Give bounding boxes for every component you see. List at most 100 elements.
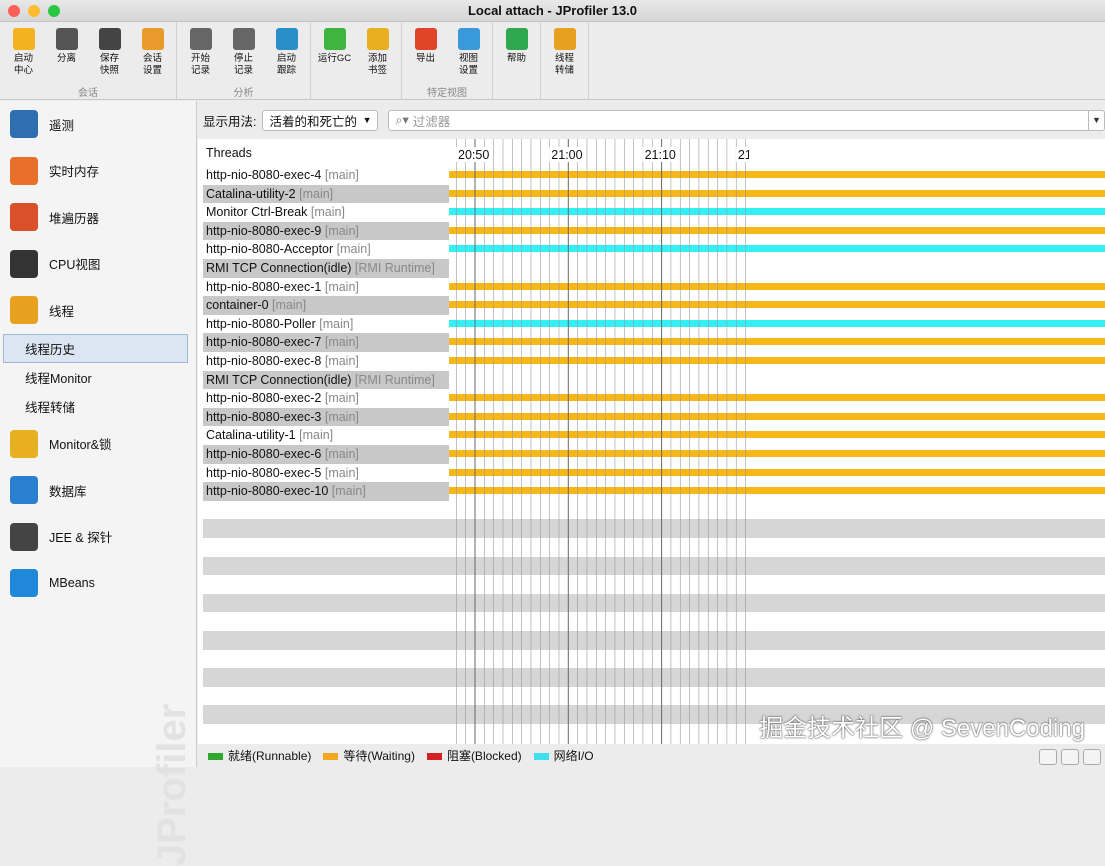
bookmark-add-icon [366,28,389,50]
thread-name-cell: http-nio-8080-exec-5 [main] [203,464,449,483]
thread-row[interactable]: http-nio-8080-exec-1 [main] [203,278,1105,297]
thread-row[interactable]: http-nio-8080-exec-7 [main] [203,333,1105,352]
sidebar-item[interactable]: 堆遍历器 [0,194,196,241]
sidebar-subitem[interactable]: 线程历史 [3,333,188,363]
minimize-window-button[interactable] [28,5,40,17]
toolbar-button-label: 视图 设置 [458,53,478,76]
state-bar-waiting [449,282,1105,290]
toolbar-button[interactable]: 开始 记录 [179,22,222,84]
state-bar-netio [449,245,1105,253]
filter-input[interactable]: ⌕▾ 过滤器 ▼ [388,109,1105,131]
toolbar-button[interactable]: 会话 设置 [131,22,174,84]
thread-lane [449,389,1105,408]
thread-name-cell: http-nio-8080-exec-9 [main] [203,221,449,241]
toolbar-button[interactable]: 添加 书签 [356,22,399,84]
sidebar-subitem[interactable]: 线程Monitor [0,363,196,392]
toolbar-button[interactable]: 视图 设置 [447,22,490,84]
sidebar-item-label: 数据库 [49,484,87,499]
time-tick-label: 21:10 [645,148,676,162]
filter-dropdown-icon[interactable]: ▼ [1088,110,1104,130]
thread-name-cell: Monitor Ctrl-Break [main] [203,203,449,222]
toolbar-group-label [495,84,538,98]
thread-lane [449,184,1105,204]
toolbar-group: 开始 记录 停止 记录 启动 跟踪 分析 [177,22,311,99]
sidebar-item[interactable]: JEE & 探针 [0,514,196,561]
thread-row[interactable]: Catalina-utility-2 [main] [203,184,1105,204]
thread-row[interactable]: http-nio-8080-exec-10 [main] [203,482,1105,501]
sidebar-item[interactable]: 实时内存 [0,148,196,195]
legend-item: 阻塞(Blocked) [426,747,522,764]
legend-label: 阻塞(Blocked) [446,749,522,763]
thread-row[interactable]: http-nio-8080-exec-3 [main] [203,407,1105,427]
toolbar-button[interactable]: 启动 跟踪 [265,22,308,84]
sidebar-item[interactable]: 数据库 [0,467,196,514]
thread-group: [main] [336,242,371,257]
thread-row[interactable]: RMI TCP Connection(idle) [RMI Runtime] [203,370,1105,390]
zoom-in-button[interactable] [1039,749,1057,765]
toolbar-button-label: 导出 [415,53,435,64]
folder-play-icon [12,28,35,50]
thread-group: [main] [331,484,366,499]
thread-row[interactable]: RMI TCP Connection(idle) [RMI Runtime] [203,259,1105,278]
thread-row[interactable]: http-nio-8080-exec-4 [main] [203,166,1105,185]
toolbar-button[interactable]: 停止 记录 [222,22,265,84]
view-settings-icon [457,28,480,50]
toolbar-button[interactable]: 帮助 [495,22,538,84]
thread-name: http-nio-8080-exec-7 [206,335,322,350]
state-bar-waiting [449,338,1105,346]
thread-name-cell: Catalina-utility-2 [main] [203,184,449,204]
toolbar-button[interactable]: 导出 [404,22,447,84]
thread-lane [449,333,1105,352]
toolbar-button-label: 启动 中心 [13,53,33,76]
thread-row[interactable]: Monitor Ctrl-Break [main] [203,203,1105,222]
toolbar-group-label [543,84,586,98]
thread-row[interactable]: http-nio-8080-exec-8 [main] [203,352,1105,371]
toolbar-group-label: 分析 [233,88,254,99]
toolbar-button[interactable]: 启动 中心 [2,22,45,84]
thread-row[interactable]: http-nio-8080-exec-6 [main] [203,445,1105,464]
toolbar-button[interactable]: 保存 快照 [88,22,131,84]
heap-walker-icon [10,203,38,232]
thread-name-cell: http-nio-8080-exec-6 [main] [203,445,449,464]
sidebar-item[interactable]: CPU视图 [0,241,196,288]
toolbar-button[interactable]: 线程 转储 [543,22,586,84]
state-bar-waiting [449,468,1105,476]
state-bar-waiting [449,189,1105,197]
thread-row[interactable]: http-nio-8080-Acceptor [main] [203,240,1105,259]
toolbar-group-label: 特定视图 [427,88,467,99]
thread-group: [RMI Runtime] [354,372,435,387]
globe-icon [10,569,38,598]
sidebar-item[interactable]: MBeans [0,560,196,607]
thread-row[interactable]: http-nio-8080-Poller [main] [203,315,1105,334]
sidebar-item[interactable]: 线程 [0,287,196,334]
thread-row[interactable]: container-0 [main] [203,296,1105,315]
cpu-icon [10,249,38,278]
close-window-button[interactable] [8,5,20,17]
window-title: Local attach - JProfiler 13.0 [467,3,638,18]
sidebar-item[interactable]: Monitor&锁 [0,421,196,468]
chevron-down-icon: ▼ [362,115,372,125]
empty-row [203,668,1105,687]
thread-status-select[interactable]: 活着的和死亡的 ▼ [262,109,379,131]
thread-lane [449,370,1105,390]
sidebar-item[interactable]: 遥测 [0,101,196,148]
zoom-out-button[interactable] [1061,749,1079,765]
toolbar-button[interactable]: 运行GC [313,22,356,84]
thread-group: [main] [324,168,359,182]
zoom-window-button[interactable] [48,5,60,17]
thread-row[interactable]: http-nio-8080-exec-5 [main] [203,464,1105,483]
toolbar-button[interactable]: 分离 [45,22,88,84]
sidebar-item-label: 遥测 [49,118,75,133]
thread-row[interactable]: Catalina-utility-1 [main] [203,426,1105,445]
state-bar-waiting [449,487,1105,495]
thread-group: [main] [319,316,354,331]
thread-name-cell: RMI TCP Connection(idle) [RMI Runtime] [203,259,449,278]
thread-name-cell: http-nio-8080-exec-3 [main] [203,407,449,427]
thread-row[interactable]: http-nio-8080-exec-9 [main] [203,221,1105,241]
thread-lane [449,464,1105,483]
zoom-fit-button[interactable] [1083,749,1101,765]
telemetry-icon [10,110,38,139]
thread-lane [449,482,1105,501]
thread-row[interactable]: http-nio-8080-exec-2 [main] [203,389,1105,408]
sidebar-subitem[interactable]: 线程转储 [0,392,196,421]
